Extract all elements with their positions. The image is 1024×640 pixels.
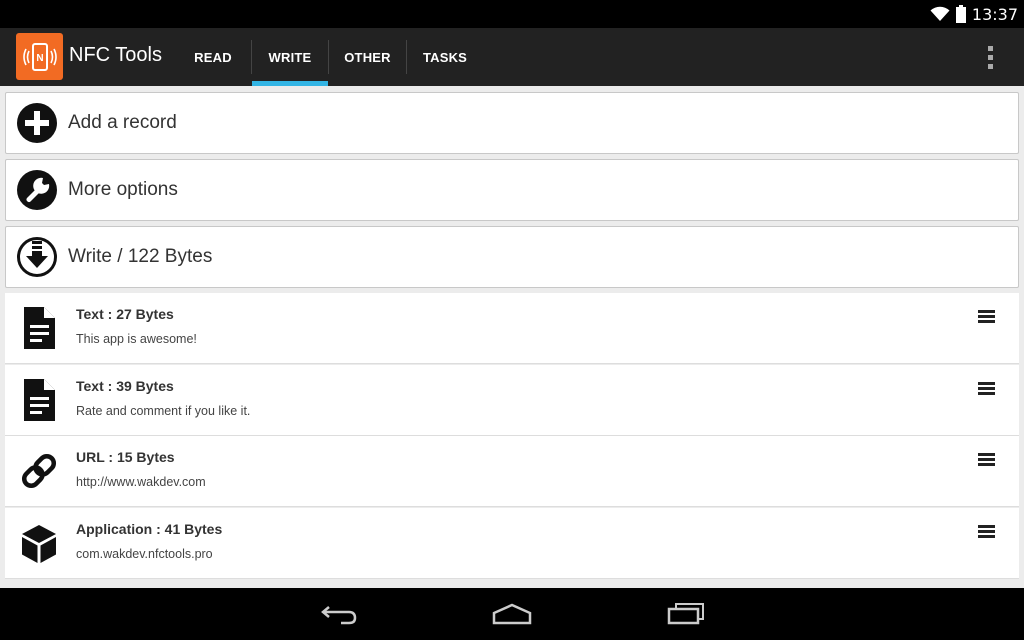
add-circle-icon [17,103,57,143]
add-record-button[interactable]: Add a record [5,92,1019,154]
nfc-phone-icon: N [22,42,57,71]
battery-icon [955,5,966,23]
action-bar: N NFC Tools READ WRITE OTHER TASKS [0,28,1024,86]
home-icon [492,603,532,625]
back-button[interactable] [314,600,364,628]
home-button[interactable] [487,600,537,628]
drag-handle-icon[interactable] [978,310,998,326]
record-item[interactable]: Text : 39 Bytes Rate and comment if you … [5,365,1019,436]
write-label: Write / 122 Bytes [68,246,213,267]
status-bar: 13:37 [0,0,1024,28]
back-icon [321,606,357,625]
record-title: Text : 27 Bytes [76,306,174,322]
wifi-icon [930,6,950,21]
svg-text:N: N [36,53,43,64]
recents-button[interactable] [661,600,711,628]
download-circle-icon [17,237,57,277]
add-record-label: Add a record [68,112,177,133]
write-button[interactable]: Write / 122 Bytes [5,226,1019,288]
record-value: http://www.wakdev.com [76,475,206,489]
tab-bar: READ WRITE OTHER TASKS [175,28,483,86]
link-icon [21,453,57,489]
document-icon [24,307,55,349]
record-item[interactable]: Text : 27 Bytes This app is awesome! [5,293,1019,364]
app-title: NFC Tools [69,44,162,66]
app-logo[interactable]: N [16,33,63,80]
record-title: Application : 41 Bytes [76,521,223,537]
drag-handle-icon[interactable] [978,453,998,469]
record-title: Text : 39 Bytes [76,378,174,394]
status-icons: 13:37 [930,4,1018,24]
tab-write-label: WRITE [268,49,312,65]
tab-read[interactable]: READ [175,28,251,86]
tab-other[interactable]: OTHER [329,28,406,86]
record-item[interactable]: URL : 15 Bytes http://www.wakdev.com [5,436,1019,507]
tab-read-label: READ [194,49,232,65]
more-options-label: More options [68,179,178,200]
clock: 13:37 [971,4,1018,24]
record-item[interactable]: Application : 41 Bytes com.wakdev.nfctoo… [5,508,1019,579]
record-value: This app is awesome! [76,332,197,346]
tab-write[interactable]: WRITE [252,28,328,86]
tab-tasks-label: TASKS [422,49,468,65]
recents-icon [667,603,704,625]
drag-handle-icon[interactable] [978,525,998,541]
cube-icon [22,525,56,563]
drag-handle-icon[interactable] [978,382,998,398]
overflow-menu-icon[interactable] [978,42,1002,72]
tab-tasks[interactable]: TASKS [407,28,483,86]
write-content: Add a record More options Write / 122 By… [0,86,1024,588]
record-title: URL : 15 Bytes [76,449,175,465]
record-value: Rate and comment if you like it. [76,404,251,418]
tab-other-label: OTHER [344,49,391,65]
document-icon [24,379,55,421]
record-value: com.wakdev.nfctools.pro [76,547,213,561]
more-options-button[interactable]: More options [5,159,1019,221]
wrench-icon [17,170,57,210]
system-nav-bar [0,588,1024,640]
